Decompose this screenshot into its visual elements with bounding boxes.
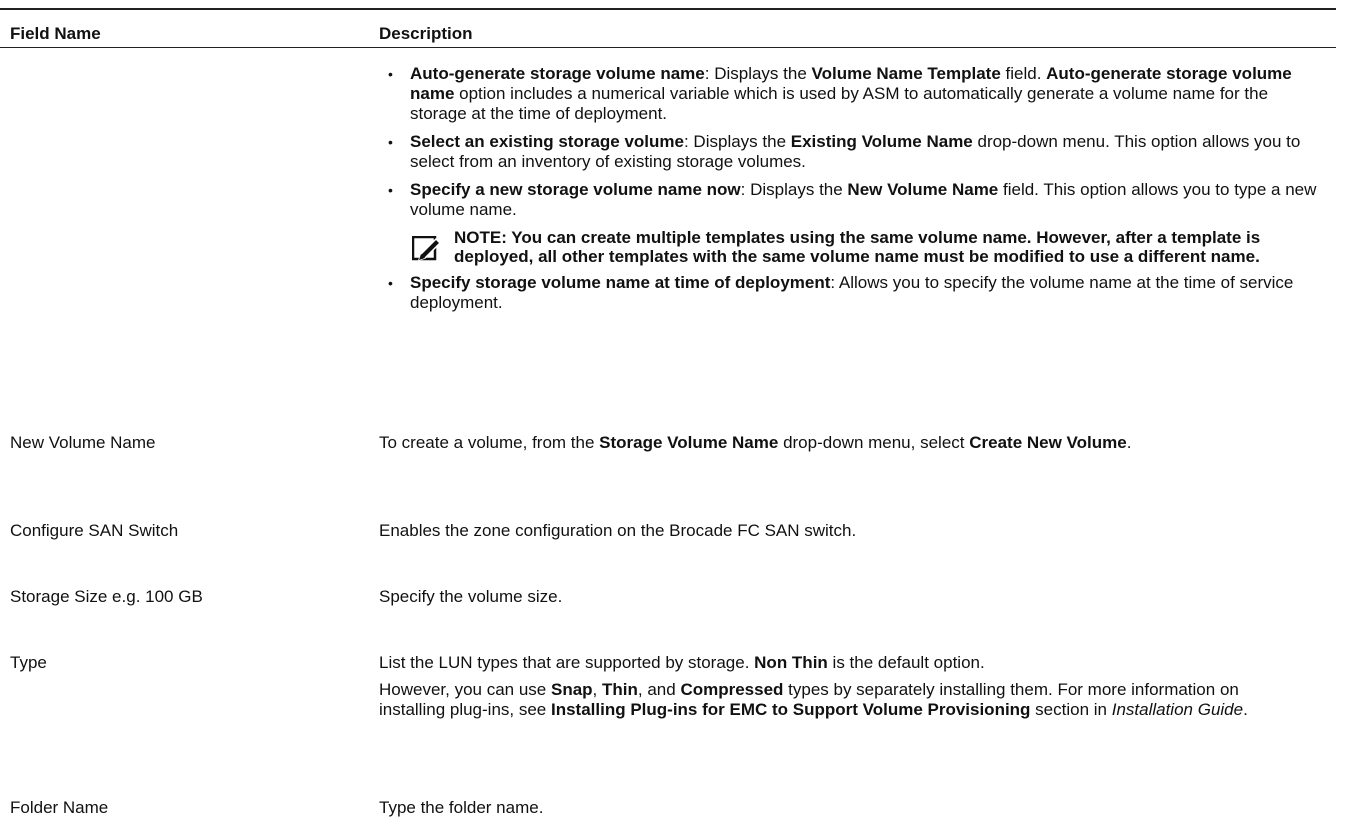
desc-text: is the default option.	[827, 653, 985, 672]
field-reference: Snap	[550, 680, 593, 699]
field-name-folder-name: Folder Name	[10, 798, 109, 817]
field-reference: Non Thin	[754, 653, 828, 672]
field-name-storage-size: Storage Size e.g. 100 GB	[10, 587, 203, 606]
field-reference: Volume Name Template	[811, 64, 1001, 83]
field-reference: Thin	[602, 680, 638, 699]
table-top-rule	[0, 8, 1336, 10]
type-paragraph-2: However, you can use Snap, Thin, and Com…	[379, 680, 1309, 720]
desc-text: However, you can use	[379, 680, 551, 699]
bullet-icon: •	[388, 66, 393, 82]
field-reference: Existing Volume Name	[790, 132, 973, 151]
note-text: NOTE: You can create multiple templates …	[454, 228, 1261, 266]
column-header-description: Description	[379, 24, 473, 43]
field-reference: Create New Volume	[969, 433, 1127, 452]
note-block: NOTE: You can create multiple templates …	[410, 228, 1329, 266]
option-text: : Displays the	[704, 64, 812, 83]
type-paragraph-1: List the LUN types that are supported by…	[379, 653, 1309, 673]
desc-text: section in	[1030, 700, 1112, 719]
field-name-configure-san-switch: Configure SAN Switch	[10, 521, 179, 540]
list-item: • Specify a new storage volume name now:…	[379, 180, 1329, 220]
description-type: List the LUN types that are supported by…	[379, 653, 1309, 727]
list-item: • Specify storage volume name at time of…	[379, 273, 1329, 313]
bullet-icon: •	[388, 182, 393, 198]
field-reference: Compressed	[680, 680, 784, 699]
header-rule	[0, 47, 1336, 48]
option-title: Specify a new storage volume name now	[410, 180, 741, 199]
guide-reference: Installation Guide	[1111, 700, 1244, 719]
option-text: field.	[1000, 64, 1047, 83]
option-text: : Displays the	[740, 180, 848, 199]
desc-text: ,	[592, 680, 602, 699]
field-reference: Storage Volume Name	[599, 433, 779, 452]
pencil-note-icon	[412, 236, 442, 262]
description-folder-name: Type the folder name.	[379, 798, 544, 817]
description-storage-size: Specify the volume size.	[379, 587, 563, 606]
desc-text: To create a volume, from the	[379, 433, 600, 452]
list-item: • Select an existing storage volume: Dis…	[379, 132, 1329, 172]
option-text: : Displays the	[683, 132, 791, 151]
bullet-icon: •	[388, 275, 393, 291]
desc-text: drop-down menu, select	[778, 433, 970, 452]
option-title: Auto-generate storage volume name	[410, 64, 705, 83]
option-text: option includes a numerical variable whi…	[410, 84, 1269, 123]
option-title: Specify storage volume name at time of d…	[410, 273, 831, 292]
list-item: • Auto-generate storage volume name: Dis…	[379, 64, 1329, 124]
description-new-volume: To create a volume, from the Storage Vol…	[379, 433, 1299, 453]
desc-text: , and	[637, 680, 681, 699]
field-name-new-volume: New Volume Name	[10, 433, 156, 452]
desc-text: List the LUN types that are supported by…	[379, 653, 755, 672]
storage-volume-options-list: • Auto-generate storage volume name: Dis…	[379, 64, 1329, 321]
desc-text: .	[1243, 700, 1248, 719]
desc-text: .	[1126, 433, 1132, 452]
description-configure-san-switch: Enables the zone configuration on the Br…	[379, 521, 857, 540]
column-header-field-name: Field Name	[10, 24, 101, 43]
field-reference: New Volume Name	[847, 180, 999, 199]
field-name-type: Type	[10, 653, 47, 672]
section-reference: Installing Plug-ins for EMC to Support V…	[550, 700, 1031, 719]
bullet-icon: •	[388, 134, 393, 150]
option-title: Select an existing storage volume	[410, 132, 684, 151]
